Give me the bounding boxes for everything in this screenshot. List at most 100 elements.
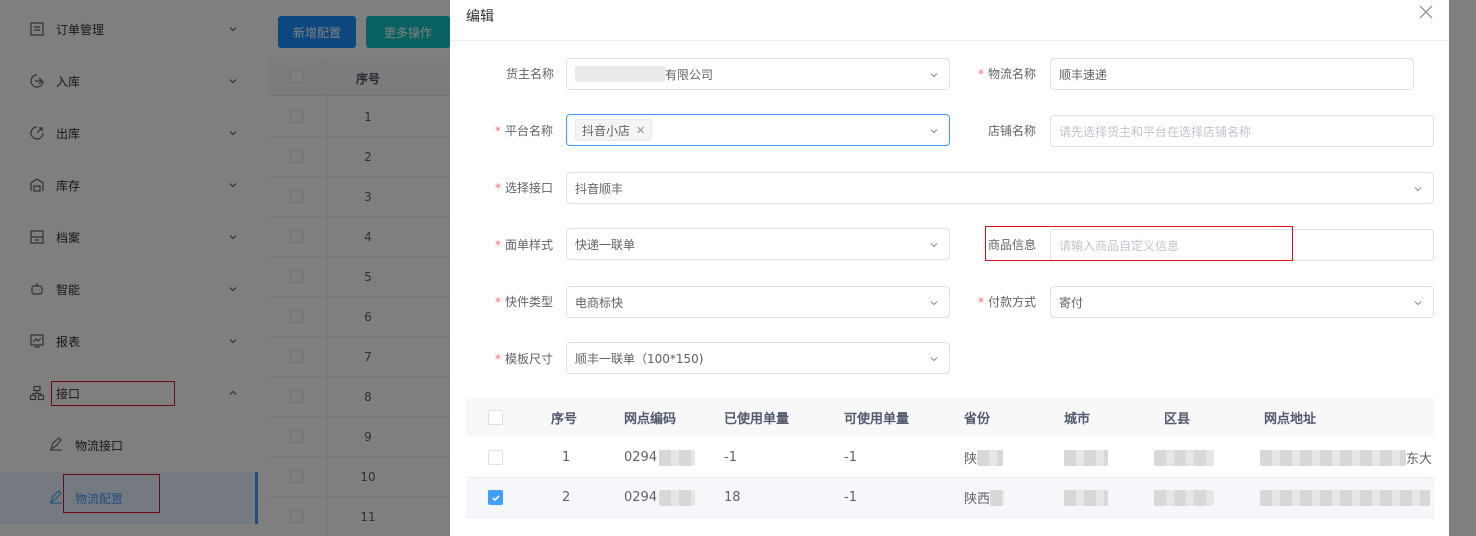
chevron-down-icon bbox=[929, 354, 939, 364]
index-cell: 2 bbox=[562, 490, 571, 505]
chevron-down-icon bbox=[1413, 298, 1423, 308]
code-cell: 0294 bbox=[624, 478, 696, 517]
column-header: 网点编码 bbox=[624, 411, 677, 427]
column-header: 区县 bbox=[1164, 411, 1191, 427]
address-cell bbox=[1260, 478, 1430, 517]
tag-close-icon[interactable]: ✕ bbox=[636, 124, 645, 137]
platform-tag: 抖音小店 ✕ bbox=[575, 119, 653, 141]
redacted-text bbox=[1154, 449, 1214, 466]
select-all-cell bbox=[488, 398, 503, 436]
chevron-down-icon bbox=[929, 298, 939, 308]
edit-dialog: 编辑 货主名称 有限公司 * 物流名称 顺丰速递 * 平台名称 抖音小店 ✕ 店铺名称… bbox=[450, 0, 1449, 536]
platform-label-text: 平台名称 bbox=[505, 124, 554, 138]
table-row[interactable]: 1 0294 -1 -1 陕 东大 bbox=[466, 438, 1434, 478]
chevron-down-icon bbox=[929, 70, 939, 80]
province-value: 陕西 bbox=[964, 492, 991, 507]
redacted-text bbox=[659, 449, 696, 466]
redacted-text bbox=[1260, 489, 1430, 506]
checkbox-cell bbox=[488, 478, 503, 517]
platform-select[interactable]: 抖音小店 ✕ bbox=[566, 114, 950, 146]
logistics-name-input[interactable]: 顺丰速递 bbox=[1050, 58, 1414, 90]
close-icon[interactable] bbox=[1416, 2, 1436, 22]
express-label-text: 快件类型 bbox=[505, 295, 554, 309]
available-cell: -1 bbox=[844, 450, 857, 465]
code-value: 0294 bbox=[624, 450, 658, 465]
address-cell: 东大 bbox=[1260, 438, 1432, 477]
interface-label: * 选择接口 bbox=[495, 181, 554, 195]
column-header: 可使用单量 bbox=[844, 411, 910, 427]
used-cell: 18 bbox=[724, 490, 741, 505]
column-header: 省份 bbox=[964, 411, 991, 427]
payment-value: 寄付 bbox=[1059, 295, 1084, 310]
used-cell: -1 bbox=[724, 450, 737, 465]
available-cell: -1 bbox=[844, 490, 857, 505]
interface-select[interactable]: 抖音顺丰 bbox=[566, 172, 1434, 204]
waybill-label: * 面单样式 bbox=[495, 238, 554, 252]
platform-tag-label: 抖音小店 bbox=[582, 123, 631, 138]
code-cell: 0294 bbox=[624, 438, 696, 477]
column-header: 网点地址 bbox=[1264, 411, 1317, 427]
chevron-down-icon bbox=[1413, 184, 1423, 194]
waybill-style-select[interactable]: 快递一联单 bbox=[566, 228, 950, 260]
chevron-down-icon bbox=[929, 240, 939, 250]
dialog-title: 编辑 bbox=[466, 9, 494, 25]
province-value: 陕 bbox=[964, 452, 978, 467]
payment-method-select[interactable]: 寄付 bbox=[1050, 286, 1434, 318]
express-type-select[interactable]: 电商标快 bbox=[566, 286, 950, 318]
owner-label-text: 货主名称 bbox=[506, 67, 555, 81]
payment-label: * 付款方式 bbox=[978, 295, 1037, 309]
code-value: 0294 bbox=[624, 490, 658, 505]
chevron-down-icon bbox=[929, 126, 939, 136]
template-value: 顺丰一联单（100*150) bbox=[575, 351, 704, 366]
express-value: 电商标快 bbox=[575, 295, 624, 310]
logistics-label-text: 物流名称 bbox=[988, 67, 1037, 81]
redacted-text bbox=[1260, 449, 1406, 466]
province-cell: 陕西 bbox=[964, 478, 1005, 517]
province-cell: 陕 bbox=[964, 438, 1004, 477]
template-size-select[interactable]: 顺丰一联单（100*150) bbox=[566, 342, 950, 374]
row-checkbox[interactable] bbox=[488, 450, 503, 465]
column-header: 已使用单量 bbox=[724, 411, 790, 427]
redacted-text bbox=[659, 489, 696, 506]
redacted-text bbox=[977, 449, 1004, 466]
owner-label: 货主名称 bbox=[506, 65, 554, 82]
interface-value: 抖音顺丰 bbox=[575, 181, 624, 196]
redacted-text bbox=[1154, 489, 1214, 506]
owner-select[interactable]: 有限公司 bbox=[566, 58, 950, 90]
shop-select[interactable]: 请先选择货主和平台在选择店铺名称 bbox=[1050, 115, 1434, 147]
city-cell bbox=[1064, 438, 1108, 477]
logistics-label: * 物流名称 bbox=[978, 67, 1037, 81]
template-label: * 模板尺寸 bbox=[495, 352, 554, 366]
highlight-box bbox=[985, 226, 1293, 261]
shop-label: 店铺名称 bbox=[988, 122, 1036, 139]
redacted-text bbox=[990, 489, 1005, 506]
index-cell: 1 bbox=[562, 450, 571, 465]
logistics-value: 顺丰速递 bbox=[1059, 67, 1108, 82]
table-row[interactable]: 2 0294 18 -1 陕西 bbox=[466, 478, 1434, 518]
payment-label-text: 付款方式 bbox=[988, 295, 1037, 309]
check-icon bbox=[491, 494, 500, 501]
row-checkbox-checked[interactable] bbox=[488, 490, 503, 505]
template-label-text: 模板尺寸 bbox=[505, 352, 554, 366]
redacted-text bbox=[1064, 489, 1108, 506]
shop-label-text: 店铺名称 bbox=[988, 124, 1037, 138]
column-header: 城市 bbox=[1064, 411, 1091, 427]
shop-placeholder: 请先选择货主和平台在选择店铺名称 bbox=[1059, 124, 1252, 139]
interface-label-text: 选择接口 bbox=[505, 181, 554, 195]
platform-label: * 平台名称 bbox=[495, 124, 554, 138]
divider bbox=[450, 40, 1449, 41]
district-cell bbox=[1154, 438, 1214, 477]
address-value: 东大 bbox=[1406, 452, 1433, 467]
outlet-table-header: 序号 网点编码 已使用单量 可使用单量 省份 城市 区县 网点地址 bbox=[466, 398, 1434, 436]
redacted-text bbox=[575, 66, 665, 82]
column-header: 序号 bbox=[551, 411, 578, 427]
owner-value: 有限公司 bbox=[665, 67, 714, 82]
checkbox-cell bbox=[488, 438, 503, 477]
waybill-label-text: 面单样式 bbox=[505, 238, 554, 252]
select-all-checkbox[interactable] bbox=[488, 409, 503, 425]
redacted-text bbox=[1064, 449, 1108, 466]
city-cell bbox=[1064, 478, 1108, 517]
waybill-value: 快递一联单 bbox=[575, 237, 636, 252]
express-label: * 快件类型 bbox=[495, 295, 554, 309]
district-cell bbox=[1154, 478, 1214, 517]
